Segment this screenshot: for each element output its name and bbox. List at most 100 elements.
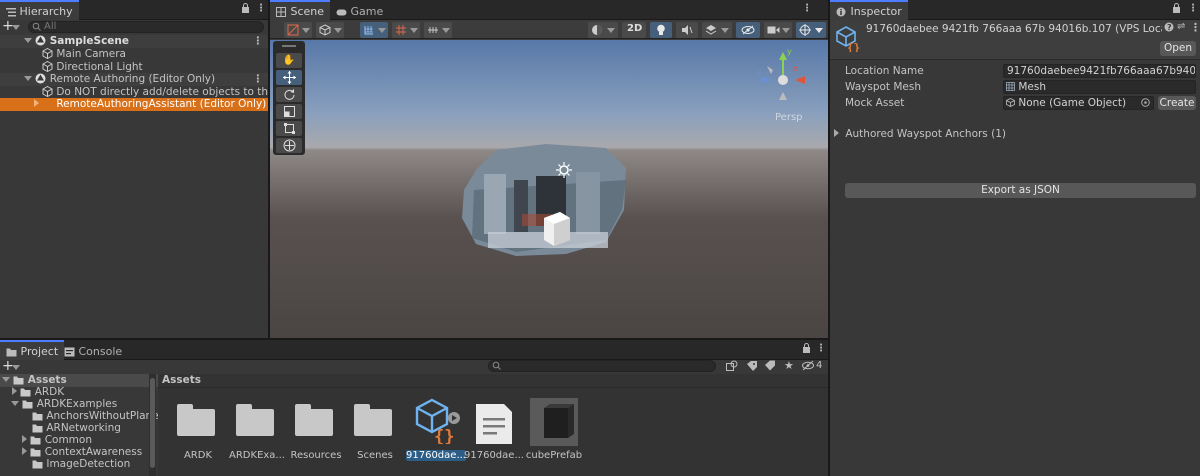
wayspot-mesh[interactable] — [456, 140, 632, 258]
hierarchy-search-input[interactable]: All — [28, 21, 264, 33]
hierarchy-item-samplescene[interactable]: SampleScene ⋮ — [0, 35, 268, 48]
asset-item[interactable]: ARDKExa... — [227, 402, 287, 472]
dropdown-icon — [721, 28, 729, 33]
increment-snap-button[interactable] — [424, 22, 452, 38]
effects-button[interactable] — [702, 22, 732, 38]
expand-icon[interactable] — [24, 38, 32, 43]
asset-label: Scenes — [357, 450, 393, 461]
transform-tool-button[interactable] — [276, 138, 302, 153]
asset-item[interactable]: cubePrefab — [524, 398, 584, 472]
collapse-icon[interactable] — [12, 387, 17, 395]
hierarchy-item-label: Remote Authoring (Editor Only) — [49, 73, 216, 85]
snap-increment-button[interactable] — [392, 22, 420, 38]
tree-scrollbar-thumb[interactable] — [150, 378, 155, 468]
inspector-menu-icon[interactable]: ⋮ — [1188, 3, 1198, 14]
object-picker-icon[interactable] — [1141, 98, 1150, 109]
hierarchy-menu-icon[interactable]: ⋮ — [256, 3, 266, 14]
tab-hierarchy[interactable]: Hierarchy — [0, 0, 79, 20]
gizmos-button[interactable] — [796, 22, 826, 38]
draw-mode-button[interactable] — [284, 22, 312, 38]
rect-tool-button[interactable] — [276, 121, 302, 136]
collapse-icon[interactable] — [34, 99, 39, 107]
tab-inspector[interactable]: Inspector — [830, 0, 908, 20]
project-menu-icon[interactable]: ⋮ — [816, 343, 826, 354]
mock-asset-field[interactable]: None (Game Object) — [1003, 96, 1154, 110]
toggle-2d-button[interactable]: 2D — [622, 22, 646, 38]
wayspot-mesh-field[interactable]: Mesh — [1003, 80, 1196, 94]
add-dropdown-icon[interactable] — [12, 25, 20, 30]
folder-icon — [177, 404, 215, 436]
tab-project[interactable]: Project — [0, 340, 65, 360]
tab-console[interactable]: Console — [58, 340, 128, 360]
lighting-toggle-button[interactable] — [650, 22, 672, 38]
expand-icon[interactable] — [2, 377, 10, 382]
hierarchy-item-main-camera[interactable]: Main Camera — [0, 47, 268, 61]
asset-item[interactable]: Scenes — [345, 402, 405, 472]
directional-light-gizmo[interactable] — [556, 162, 572, 178]
component-menu-icon[interactable]: ⋮ — [1190, 21, 1200, 34]
tree-scrollbar[interactable] — [149, 374, 156, 476]
create-button-label: Create — [1159, 97, 1195, 109]
unity-scene-icon — [35, 73, 46, 84]
move-tool-button[interactable] — [276, 70, 302, 85]
folder-icon — [30, 435, 41, 446]
search-icon — [492, 360, 501, 373]
favorite-star-icon[interactable]: ★ — [784, 359, 794, 372]
search-by-label-icon[interactable] — [746, 360, 758, 375]
tools-drag-handle[interactable] — [282, 45, 296, 47]
tab-scene[interactable]: Scene — [270, 0, 331, 20]
asset-item[interactable]: ARDK — [168, 402, 228, 472]
breadcrumb[interactable]: Assets — [162, 374, 201, 386]
project-panel: Project Console ⋮ + ★ 4 Assets ARDK ARDK… — [0, 340, 828, 476]
asset-item[interactable]: Resources — [286, 402, 346, 472]
shading-mode-button[interactable] — [316, 22, 344, 38]
anchors-foldout[interactable]: Authored Wayspot Anchors (1) — [834, 128, 1200, 142]
project-search-input[interactable] — [488, 360, 716, 372]
rotate-tool-button[interactable] — [276, 87, 302, 102]
folder-open-icon — [22, 399, 33, 410]
grid-snap-button[interactable] — [360, 22, 388, 38]
projection-label[interactable]: Persp — [775, 112, 803, 123]
scene-toolbar: 2D — [270, 20, 828, 39]
create-button[interactable]: Create — [1158, 96, 1196, 110]
search-by-type-icon[interactable] — [726, 360, 738, 375]
asset-item-selected[interactable]: {} 91760dae... — [404, 398, 468, 472]
expand-icon[interactable] — [24, 76, 32, 81]
scene-viewport[interactable]: ✋ y x z Persp — [270, 40, 828, 338]
hierarchy-item-remote-assistant[interactable]: RemoteAuthoringAssistant (Editor Only) — [0, 98, 268, 111]
scene-menu-icon[interactable]: ⋮ — [253, 35, 263, 48]
export-json-button[interactable]: Export as JSON — [845, 183, 1196, 198]
hidden-packages-icon[interactable] — [802, 360, 814, 374]
hand-tool-button[interactable]: ✋ — [276, 53, 302, 68]
tab-game[interactable]: Game — [330, 0, 389, 20]
settings-icon[interactable]: ⇌ — [1177, 21, 1185, 32]
scene-menu-icon[interactable]: ⋮ — [253, 73, 263, 86]
lock-icon[interactable] — [241, 3, 250, 16]
open-button[interactable]: Open — [1160, 41, 1196, 56]
collapse-icon[interactable] — [22, 435, 27, 443]
add-dropdown-icon[interactable] — [12, 365, 20, 370]
lightbulb-icon — [656, 24, 666, 39]
orientation-gizmo[interactable]: y x z — [757, 46, 809, 106]
expand-icon[interactable] — [11, 401, 19, 406]
dropdown-icon — [334, 28, 342, 33]
lock-icon[interactable] — [802, 343, 811, 356]
hierarchy-item-remote-authoring[interactable]: Remote Authoring (Editor Only) ⋮ — [0, 73, 268, 86]
draw-mode-icon — [287, 24, 299, 39]
project-tabbar: Project Console ⋮ — [0, 340, 828, 360]
camera-settings-button[interactable] — [764, 22, 792, 38]
help-icon[interactable]: ? — [1164, 22, 1174, 35]
render-mode-button[interactable] — [588, 22, 618, 38]
scale-tool-button[interactable] — [276, 104, 302, 119]
collapse-icon[interactable] — [22, 447, 27, 455]
maximize-icon[interactable]: ⋮ — [802, 3, 812, 14]
location-name-input[interactable]: 91760daebee9421fb766aaa67b94016b.107 — [1003, 64, 1196, 78]
tag-icon[interactable] — [764, 360, 776, 375]
lock-icon[interactable] — [1172, 3, 1181, 16]
tree-item-imagedetection[interactable]: ImageDetection — [0, 458, 158, 471]
audio-toggle-button[interactable] — [676, 22, 698, 38]
hidden-objects-button[interactable] — [736, 22, 760, 38]
dropdown-icon — [442, 28, 450, 33]
asset-item[interactable]: 91760dae... — [464, 402, 524, 472]
gizmo-y-label: y — [787, 47, 792, 56]
